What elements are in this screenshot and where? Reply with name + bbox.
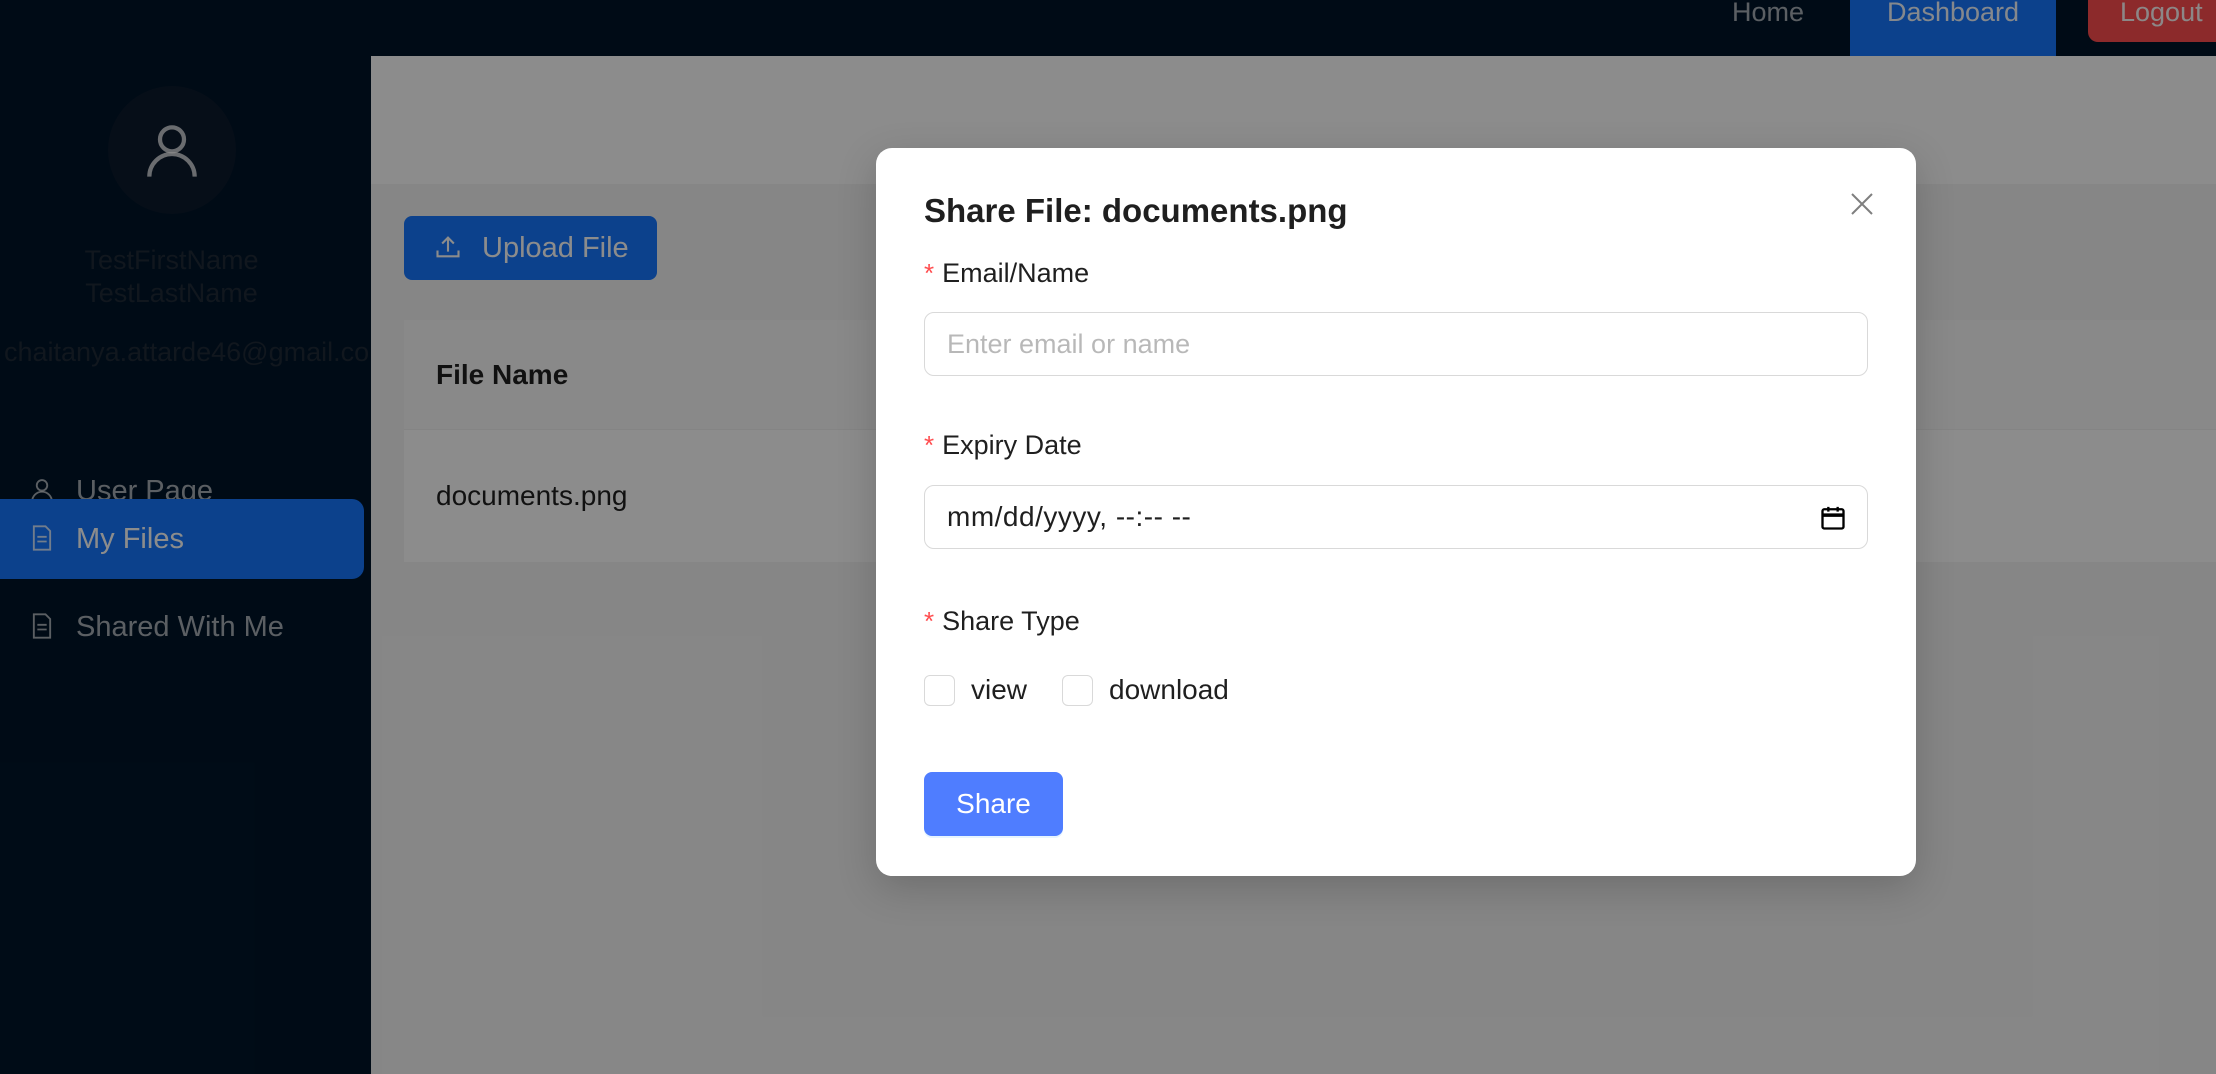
required-mark: *: [924, 258, 935, 288]
close-icon: [1847, 189, 1877, 219]
required-mark: *: [924, 606, 935, 636]
share-button[interactable]: Share: [924, 772, 1063, 836]
expiry-date-value: mm/dd/yyyy, --:-- --: [947, 501, 1192, 532]
email-field[interactable]: Enter email or name: [924, 312, 1868, 376]
expiry-date-label: * Expiry Date: [924, 430, 1082, 460]
download-option-label: download: [1109, 674, 1229, 705]
share-type-download-option[interactable]: download: [1062, 674, 1229, 706]
share-type-label: * Share Type: [924, 606, 1080, 636]
download-checkbox[interactable]: [1062, 674, 1093, 706]
expiry-date-input[interactable]: mm/dd/yyyy, --:-- --: [924, 485, 1868, 549]
email-field-label: * Email/Name: [924, 258, 1090, 288]
share-type-view-option[interactable]: view: [924, 674, 1027, 706]
modal-title: Share File: documents.png: [924, 192, 1348, 229]
close-button[interactable]: [1842, 184, 1882, 224]
required-mark: *: [924, 430, 935, 460]
share-file-modal: Share File: documents.png * Email/Name En…: [876, 148, 1916, 876]
calendar-icon[interactable]: [1819, 504, 1847, 532]
email-placeholder: Enter email or name: [947, 328, 1191, 359]
view-option-label: view: [971, 674, 1028, 705]
view-checkbox[interactable]: [924, 674, 955, 706]
